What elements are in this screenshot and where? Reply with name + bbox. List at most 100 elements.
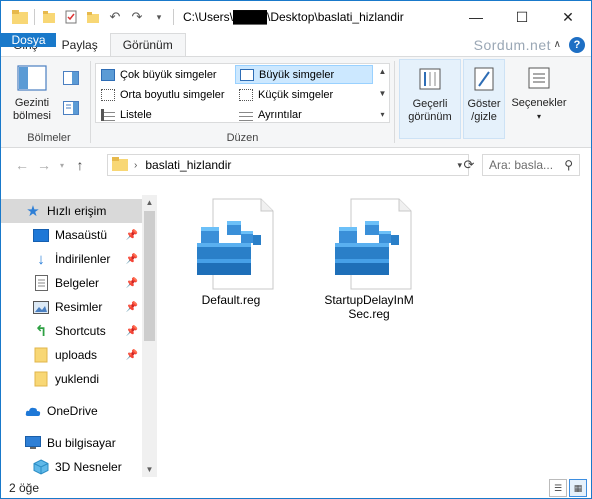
nav-item-pictures[interactable]: Resimler 📌 <box>1 295 142 319</box>
search-icon: ⚲ <box>564 158 573 172</box>
minimize-button[interactable]: — <box>453 1 499 33</box>
group-layout-label: Düzen <box>226 132 259 144</box>
brand-watermark: Sordum.net <box>473 37 551 53</box>
layout-large-icons[interactable]: Büyük simgeler <box>235 65 373 84</box>
pictures-icon <box>33 299 49 315</box>
nav-item-label: uploads <box>55 348 98 362</box>
search-placeholder: Ara: basla... <box>489 158 554 172</box>
properties-icon[interactable] <box>60 6 82 28</box>
nav-item-uploads[interactable]: uploads 📌 <box>1 343 142 367</box>
layout-details[interactable]: Ayrıntılar <box>235 105 373 124</box>
cloud-icon <box>25 403 41 419</box>
address-bar-row: ← → ▾ ↑ › baslati_hizlandir ▾ ⟳ Ara: bas… <box>1 149 591 181</box>
tab-file[interactable]: Dosya <box>1 33 56 47</box>
title-bar: ↶ ↷ ▾ C:\Users\████\Desktop\baslati_hizl… <box>1 1 591 33</box>
nav-onedrive[interactable]: OneDrive <box>1 399 142 423</box>
nav-item-label: İndirilenler <box>55 252 111 266</box>
customize-qat-icon[interactable]: ▾ <box>148 6 170 28</box>
navigation-pane-button[interactable]: Gezinti bölmesi <box>9 65 55 123</box>
navigation-pane: ★ Hızlı erişim Masaüstü 📌 ↓ İndirilenler… <box>1 195 157 477</box>
details-view-icon[interactable]: ☰ <box>549 479 567 497</box>
current-view-icon <box>419 68 441 90</box>
breadcrumb-separator: › <box>134 159 138 171</box>
back-button[interactable]: ← <box>11 154 33 176</box>
more-icon[interactable]: ▾ <box>380 110 384 119</box>
pin-icon[interactable]: 📌 <box>126 230 138 241</box>
file-item[interactable]: Default.reg <box>171 197 291 307</box>
recent-locations-icon[interactable]: ▾ <box>55 154 69 176</box>
star-icon: ★ <box>26 203 40 220</box>
forward-button[interactable]: → <box>33 154 55 176</box>
maximize-button[interactable]: ☐ <box>499 1 545 33</box>
preview-pane-icon[interactable] <box>63 71 79 88</box>
options-button[interactable]: Seçenekler ▾ <box>509 65 569 123</box>
file-name[interactable]: StartupDelayInM Sec.reg <box>324 293 413 321</box>
nav-item-label: yuklendi <box>55 372 100 386</box>
nav-item-label: 3D Nesneler <box>55 460 122 474</box>
file-name[interactable]: Default.reg <box>202 293 261 307</box>
shortcut-arrow-icon: ↰ <box>34 323 48 340</box>
computer-icon <box>25 435 41 451</box>
nav-item-documents[interactable]: Belgeler 📌 <box>1 271 142 295</box>
refresh-button[interactable]: ⟳ <box>458 154 480 176</box>
pin-icon[interactable]: 📌 <box>126 278 138 289</box>
scroll-up-icon[interactable]: ▲ <box>379 67 387 76</box>
list-icon <box>101 108 115 121</box>
help-icon[interactable]: ? <box>569 37 585 53</box>
nav-item-label: Bu bilgisayar <box>47 436 116 450</box>
layout-item-label: Ayrıntılar <box>258 108 302 121</box>
nav-3d-objects[interactable]: 3D Nesneler <box>1 455 142 479</box>
navigation-pane-label: Gezinti bölmesi <box>13 97 51 122</box>
layout-small-icons[interactable]: Küçük simgeler <box>235 85 373 104</box>
layout-list[interactable]: Listele <box>97 105 233 124</box>
nav-item-label: Resimler <box>55 300 103 314</box>
pin-icon[interactable]: 📌 <box>126 302 138 313</box>
nav-quick-access[interactable]: ★ Hızlı erişim <box>1 199 142 223</box>
nav-item-desktop[interactable]: Masaüstü 📌 <box>1 223 142 247</box>
details-pane-icon[interactable] <box>63 101 79 118</box>
options-icon <box>528 67 550 89</box>
tab-share[interactable]: Paylaş <box>50 33 110 57</box>
scroll-down-icon[interactable]: ▼ <box>379 89 387 98</box>
medium-icons-icon <box>101 88 115 101</box>
extra-large-icons-icon <box>101 68 115 81</box>
folder-icon[interactable] <box>9 6 31 28</box>
scroll-up-icon[interactable]: ▲ <box>142 195 157 210</box>
show-hide-button[interactable]: Göster /gizle <box>463 59 505 139</box>
address-field[interactable]: › baslati_hizlandir ▾ <box>107 154 469 176</box>
pin-icon[interactable]: 📌 <box>126 350 138 361</box>
navigation-pane-icon <box>17 65 47 91</box>
large-icons-view-icon[interactable]: ▦ <box>569 479 587 497</box>
tab-view[interactable]: Görünüm <box>109 33 186 57</box>
undo-icon[interactable]: ↶ <box>104 6 126 28</box>
file-item[interactable]: StartupDelayInM Sec.reg <box>309 197 429 321</box>
nav-item-label: Hızlı erişim <box>47 204 107 218</box>
redo-icon[interactable]: ↷ <box>126 6 148 28</box>
current-view-button[interactable]: Geçerli görünüm <box>399 59 461 139</box>
layout-extra-large-icons[interactable]: Çok büyük simgeler <box>97 65 233 84</box>
search-input[interactable]: Ara: basla... ⚲ <box>482 154 580 176</box>
layout-medium-icons[interactable]: Orta boyutlu simgeler <box>97 85 233 104</box>
layout-item-label: Büyük simgeler <box>259 68 335 81</box>
item-count: 2 öğe <box>9 481 40 495</box>
nav-this-pc[interactable]: Bu bilgisayar <box>1 431 142 455</box>
scroll-down-icon[interactable]: ▼ <box>142 462 157 477</box>
scrollbar-thumb[interactable] <box>144 211 155 341</box>
pin-icon[interactable]: 📌 <box>126 326 138 337</box>
breadcrumb[interactable]: baslati_hizlandir <box>145 158 231 172</box>
show-hide-label: Göster /gizle <box>467 98 501 123</box>
new-folder-icon[interactable] <box>82 6 104 28</box>
folder-icon <box>112 156 128 174</box>
navigation-scrollbar[interactable]: ▲ ▼ <box>142 195 157 477</box>
up-button[interactable]: ↑ <box>69 154 91 176</box>
pin-icon[interactable]: 📌 <box>126 254 138 265</box>
close-button[interactable]: ✕ <box>545 1 591 33</box>
nav-item-shortcuts[interactable]: ↰ Shortcuts 📌 <box>1 319 142 343</box>
layout-item-label: Çok büyük simgeler <box>120 68 217 81</box>
nav-item-downloads[interactable]: ↓ İndirilenler 📌 <box>1 247 142 271</box>
details-icon <box>239 108 253 121</box>
nav-item-yuklendi[interactable]: yuklendi <box>1 367 142 391</box>
ribbon-tabs: Dosya Giriş Paylaş Görünüm Sordum.net ∧ … <box>1 33 591 57</box>
collapse-ribbon-icon[interactable]: ∧ <box>554 39 561 50</box>
folder-small-icon[interactable] <box>38 6 60 28</box>
